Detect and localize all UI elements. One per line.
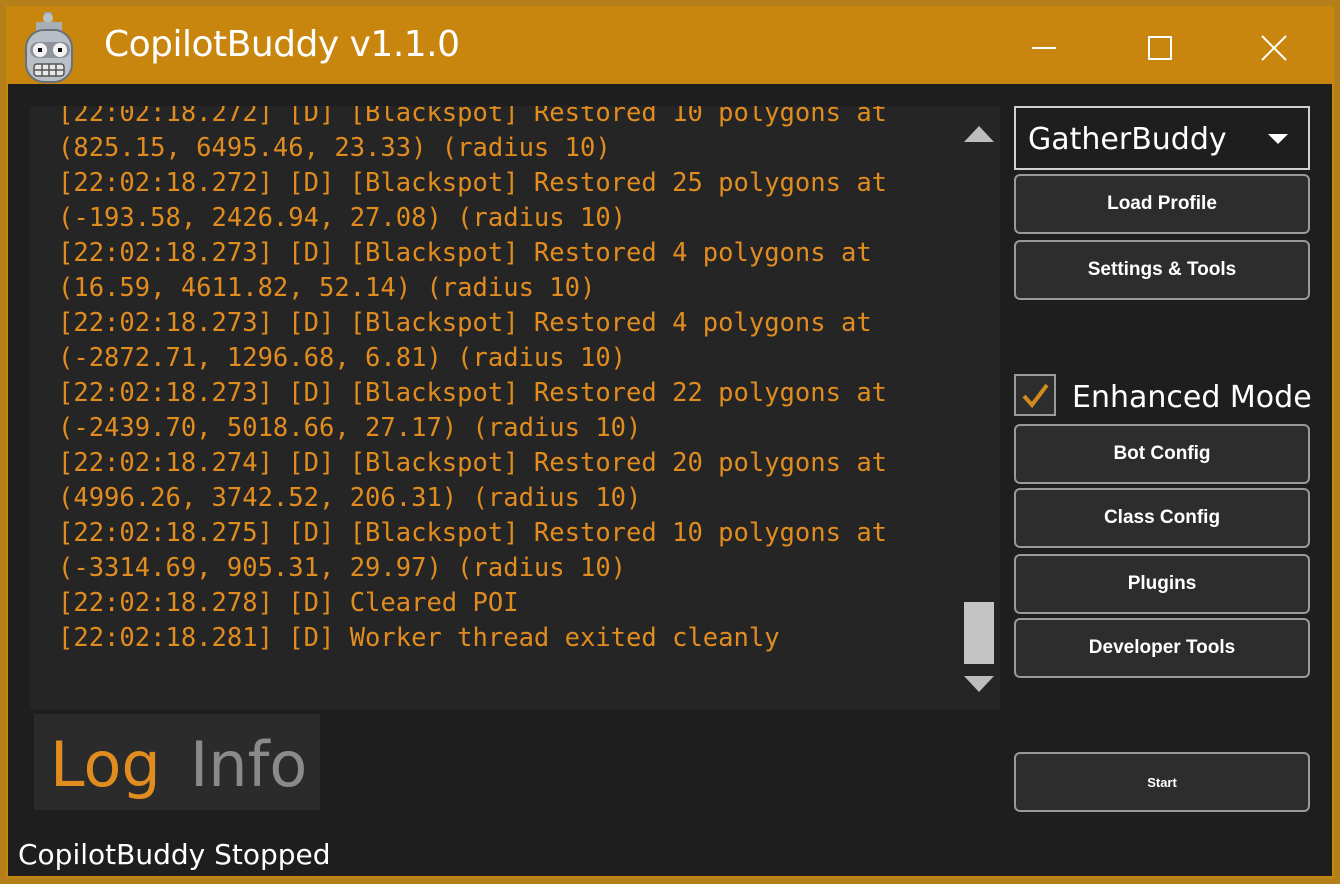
main-window: CopilotBuddy v1.1.0 [22:02:18.272] [D] [… <box>6 6 1334 878</box>
load-profile-button[interactable]: Load Profile <box>1014 174 1310 234</box>
bot-selector-dropdown[interactable]: GatherBuddy <box>1014 106 1310 170</box>
scroll-up-icon[interactable] <box>962 124 996 144</box>
scrollbar-thumb[interactable] <box>964 602 994 664</box>
tab-log[interactable]: Log <box>50 728 161 801</box>
chevron-down-icon <box>1268 134 1288 144</box>
tab-info[interactable]: Info <box>190 728 307 801</box>
start-button[interactable]: Start <box>1014 752 1310 812</box>
close-icon <box>1261 35 1287 61</box>
window-title: CopilotBuddy v1.1.0 <box>104 24 460 65</box>
settings-tools-button[interactable]: Settings & Tools <box>1014 240 1310 300</box>
enhanced-mode-label: Enhanced Mode <box>1072 380 1312 415</box>
checkmark-icon <box>1022 383 1049 409</box>
bot-config-button[interactable]: Bot Config <box>1014 424 1310 484</box>
scroll-down-icon[interactable] <box>962 674 996 694</box>
minimize-button[interactable] <box>1014 20 1074 76</box>
plugins-button[interactable]: Plugins <box>1014 554 1310 614</box>
log-output-text: [22:02:18.272] [D] [Blackspot] Restored … <box>58 106 888 653</box>
status-text: CopilotBuddy Stopped <box>18 838 331 871</box>
class-config-button[interactable]: Class Config <box>1014 488 1310 548</box>
log-output-panel[interactable]: [22:02:18.272] [D] [Blackspot] Restored … <box>30 106 1000 710</box>
title-bar[interactable]: CopilotBuddy v1.1.0 <box>8 8 1332 84</box>
maximize-icon <box>1148 36 1172 60</box>
robot-head-icon <box>22 12 76 84</box>
minimize-icon <box>1032 47 1056 49</box>
close-button[interactable] <box>1244 20 1304 76</box>
developer-tools-button[interactable]: Developer Tools <box>1014 618 1310 678</box>
bot-selector-value: GatherBuddy <box>1028 122 1227 157</box>
tab-bar: Log Info <box>34 714 320 810</box>
enhanced-mode-checkbox[interactable] <box>1014 374 1056 416</box>
maximize-button[interactable] <box>1130 20 1190 76</box>
